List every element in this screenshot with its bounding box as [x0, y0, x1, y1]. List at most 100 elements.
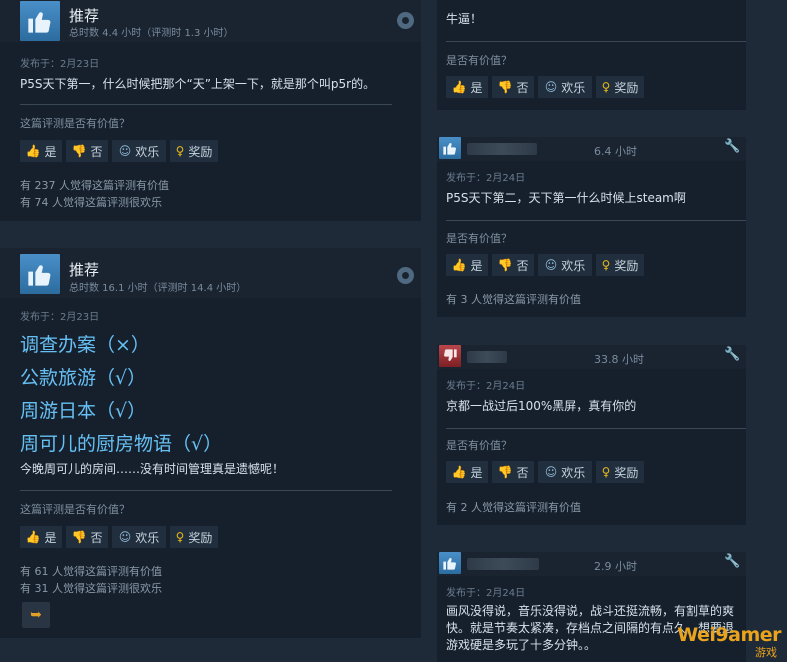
review-line: 调查办案（×） [20, 334, 150, 356]
vote-no-button[interactable]: 👎 否 [66, 526, 108, 548]
helpful-question: 是否有价值？ [446, 439, 512, 452]
vote-funny-button[interactable]: ☺ 欢乐 [538, 461, 592, 483]
smile-icon: ☺ [544, 258, 558, 272]
vote-funny-button[interactable]: ☺ 欢乐 [538, 76, 592, 98]
review-header: 33.8 小时 🔧 [437, 345, 746, 369]
wrench-icon[interactable]: 🔧 [724, 347, 740, 362]
helpful-count: 有 2 人觉得这篇评测有价值 [446, 501, 581, 514]
review-card: 6.4 小时 🔧 发布于：2月24日 P5S天下第二，天下第一什么时候上stea… [437, 137, 746, 317]
vote-yes-button[interactable]: 👍 是 [20, 140, 62, 162]
review-card: 推荐 总时数 16.1 小时（评测时 14.4 小时） 发布于：2月23日 调查… [0, 248, 421, 638]
helpful-question: 这篇评测是否有价值？ [20, 503, 130, 516]
thumbs-up-icon [439, 552, 461, 574]
thumbs-down-icon: 👎 [497, 465, 513, 479]
watermark-logo: Wei9amer [677, 624, 781, 646]
divider [20, 104, 392, 105]
review-header: 推荐 总时数 16.1 小时（评测时 14.4 小时） [0, 248, 421, 298]
review-text: 京都一战过后100%黑屏，真有你的 [446, 399, 637, 413]
helpful-count: 有 237 人觉得这篇评测有价值 [20, 179, 169, 192]
review-line: 周游日本（√） [20, 400, 147, 422]
playtime: 6.4 小时 [594, 145, 637, 158]
review-text: 牛逼！ [446, 12, 483, 26]
vote-no-button[interactable]: 👎 否 [492, 254, 534, 276]
review-header: 2.9 小时 🔧 [437, 552, 746, 576]
vote-no-button[interactable]: 👎 否 [492, 461, 534, 483]
post-date: 发布于：2月24日 [446, 381, 526, 392]
thumbs-up-icon: 👍 [451, 465, 467, 479]
divider [446, 41, 746, 42]
thumbs-down-icon: 👎 [497, 80, 513, 94]
thumbs-up-icon: 👍 [25, 144, 41, 158]
award-icon: ♀ [601, 465, 611, 479]
vote-yes-button[interactable]: 👍 是 [446, 76, 488, 98]
divider [20, 490, 392, 491]
thumbs-up-icon: 👍 [25, 530, 41, 544]
vote-no-button[interactable]: 👎 否 [492, 76, 534, 98]
watermark-sub: 游戏 [755, 646, 777, 659]
vote-funny-button[interactable]: ☺ 欢乐 [112, 526, 166, 548]
funny-count: 有 31 人觉得这篇评测很欢乐 [20, 582, 162, 595]
smile-icon: ☺ [544, 80, 558, 94]
steam-icon [397, 12, 414, 29]
award-icon: ♀ [601, 80, 611, 94]
helpful-question: 是否有价值？ [446, 232, 512, 245]
thumbs-up-icon [439, 137, 461, 159]
thumbs-down-icon [439, 345, 461, 367]
vote-no-button[interactable]: 👎 否 [66, 140, 108, 162]
playtime: 总时数 16.1 小时（评测时 14.4 小时） [69, 283, 247, 294]
vote-yes-button[interactable]: 👍 是 [446, 461, 488, 483]
helpful-question: 是否有价值？ [446, 54, 512, 67]
thumbs-down-icon: 👎 [497, 258, 513, 272]
playtime: 总时数 4.4 小时（评测时 1.3 小时） [69, 28, 234, 39]
reviewer-name[interactable] [467, 558, 539, 570]
review-card: 推荐 总时数 4.4 小时（评测时 1.3 小时） 发布于：2月23日 P5S天… [0, 0, 421, 221]
post-date: 发布于：2月23日 [20, 59, 100, 70]
thumbs-up-icon: 👍 [451, 80, 467, 94]
divider [446, 220, 746, 221]
award-button[interactable]: ♀ 奖励 [596, 254, 644, 276]
thumbs-down-icon: 👎 [71, 530, 87, 544]
award-button[interactable]: ♀ 奖励 [596, 461, 644, 483]
playtime: 2.9 小时 [594, 560, 637, 573]
review-text: 今晚周可儿的房间……没有时间管理真是遗憾呢！ [20, 462, 285, 476]
playtime: 33.8 小时 [594, 353, 644, 366]
recommendation-title: 推荐 [69, 261, 100, 279]
thumbs-down-icon: 👎 [71, 144, 87, 158]
smile-icon: ☺ [544, 465, 558, 479]
award-button[interactable]: ♀ 奖励 [170, 526, 218, 548]
steam-icon [397, 267, 414, 284]
reviewer-name[interactable] [467, 351, 507, 363]
award-icon: ♀ [175, 144, 185, 158]
review-card: 牛逼！ 是否有价值？ 👍 是 👎 否 ☺ 欢乐 ♀ 奖励 [437, 0, 746, 110]
review-header: 6.4 小时 🔧 [437, 137, 746, 161]
recommendation-title: 推荐 [69, 7, 100, 25]
thumbs-up-icon: 👍 [451, 258, 467, 272]
wrench-icon[interactable]: 🔧 [724, 554, 740, 569]
review-card: 33.8 小时 🔧 发布于：2月24日 京都一战过后100%黑屏，真有你的 是否… [437, 345, 746, 525]
vote-funny-button[interactable]: ☺ 欢乐 [538, 254, 592, 276]
wrench-icon[interactable]: 🔧 [724, 139, 740, 154]
review-line: 周可儿的厨房物语（√） [20, 433, 223, 455]
award-button[interactable]: ♀ 奖励 [170, 140, 218, 162]
thumbs-up-icon [20, 254, 60, 294]
award-icon: ♀ [175, 530, 185, 544]
award-button[interactable]: ♀ 奖励 [596, 76, 644, 98]
post-date: 发布于：2月23日 [20, 312, 100, 323]
review-text: P5S天下第一，什么时候把那个“天”上架一下，就是那个叫p5r的。 [20, 77, 376, 91]
review-line: 公款旅游（√） [20, 367, 147, 389]
review-header: 推荐 总时数 4.4 小时（评测时 1.3 小时） [0, 0, 421, 42]
helpful-count: 有 61 人觉得这篇评测有价值 [20, 565, 162, 578]
thumbs-up-icon [20, 1, 60, 41]
vote-yes-button[interactable]: 👍 是 [20, 526, 62, 548]
funny-count: 有 74 人觉得这篇评测很欢乐 [20, 196, 162, 209]
divider [446, 428, 746, 429]
smile-icon: ☺ [118, 144, 132, 158]
helpful-count: 有 3 人觉得这篇评测有价值 [446, 293, 581, 306]
post-date: 发布于：2月24日 [446, 173, 526, 184]
award-badge-icon[interactable]: ➥ [22, 602, 50, 628]
vote-yes-button[interactable]: 👍 是 [446, 254, 488, 276]
review-text: P5S天下第二，天下第一什么时候上steam啊 [446, 191, 686, 205]
vote-funny-button[interactable]: ☺ 欢乐 [112, 140, 166, 162]
reviewer-name[interactable] [467, 143, 537, 155]
award-icon: ♀ [601, 258, 611, 272]
